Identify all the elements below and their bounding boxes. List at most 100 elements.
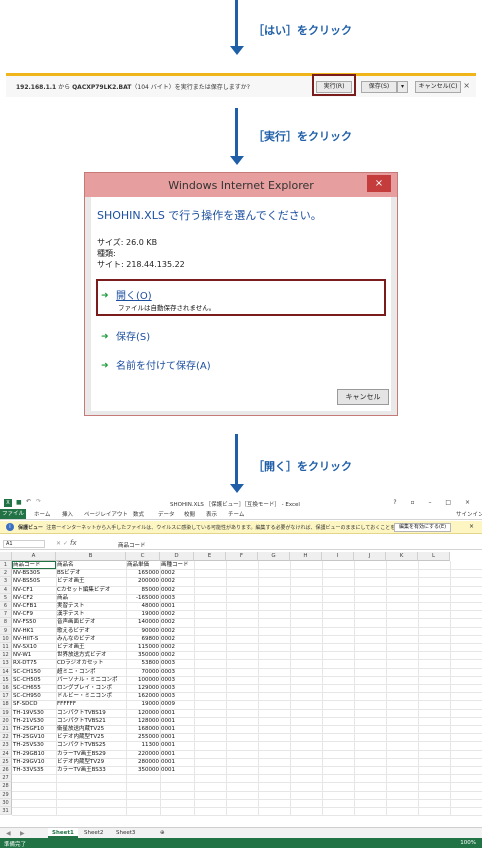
spreadsheet-grid[interactable]: A B C D E F G H I J K L 1 商品コード 商品名 商品単価 画種コード 2 NV-BS30S B… <box>0 552 482 827</box>
column-header[interactable]: B <box>56 552 126 561</box>
table-cell[interactable]: コンパクトTVBS21 <box>57 717 125 725</box>
table-cell[interactable]: 90000 <box>127 627 160 635</box>
table-cell[interactable]: 128000 <box>127 717 159 725</box>
table-cell[interactable]: -165000 <box>127 594 159 602</box>
enter-icon[interactable]: ✓ <box>63 540 68 547</box>
table-cell[interactable]: ロングプレイ・コンポ <box>57 684 125 692</box>
row-header[interactable]: 7 <box>0 610 12 619</box>
table-cell[interactable]: 商品名 <box>57 561 125 569</box>
table-cell[interactable]: 0001 <box>161 725 193 733</box>
column-header[interactable]: I <box>322 552 354 561</box>
row-header[interactable]: 5 <box>0 593 12 602</box>
row-header[interactable]: 17 <box>0 692 12 701</box>
column-header[interactable]: L <box>418 552 450 561</box>
table-cell[interactable]: RX-DT75 <box>13 659 55 667</box>
formula-value[interactable]: 商品コード <box>118 541 146 549</box>
table-cell[interactable]: 超ミニ・コンポ <box>57 668 125 676</box>
table-cell[interactable]: 0002 <box>161 651 193 659</box>
table-cell[interactable]: 0001 <box>161 709 193 717</box>
cancel-icon[interactable]: ✕ <box>56 540 61 547</box>
redo-icon[interactable]: ↷ <box>36 498 41 505</box>
function-icon[interactable]: fx <box>70 539 77 547</box>
table-cell[interactable]: 0002 <box>161 627 193 635</box>
table-cell[interactable]: TH-25GV10 <box>13 733 55 741</box>
table-cell[interactable]: 280000 <box>127 758 159 766</box>
table-cell[interactable]: 350000 <box>127 766 159 774</box>
row-header[interactable]: 26 <box>0 766 12 775</box>
table-cell[interactable]: TH-25VS30 <box>13 741 55 749</box>
table-cell[interactable]: コンパクトTVBS25 <box>57 741 125 749</box>
dialog-close-button[interactable]: × <box>367 175 391 192</box>
column-header[interactable]: G <box>258 552 290 561</box>
table-cell[interactable]: NV-BS50S <box>13 577 55 585</box>
table-cell[interactable]: 漢字テスト <box>57 610 125 618</box>
table-cell[interactable]: 85000 <box>127 586 160 594</box>
table-cell[interactable]: 0002 <box>161 643 193 651</box>
row-header[interactable]: 14 <box>0 667 12 676</box>
table-cell[interactable]: 画種コード <box>161 561 193 569</box>
table-cell[interactable]: パーソナル・ミニコンポ <box>57 676 125 684</box>
scroll-right-icon[interactable]: ▶ <box>20 830 25 837</box>
tab-team[interactable]: チーム <box>228 510 244 518</box>
row-header[interactable]: 4 <box>0 585 12 594</box>
table-cell[interactable]: FFFFFF <box>57 700 125 708</box>
select-all-corner[interactable] <box>0 552 12 561</box>
table-cell[interactable]: コンパクトTVBS19 <box>57 709 125 717</box>
table-cell[interactable]: 0001 <box>161 602 193 610</box>
save-dropdown-button[interactable]: ▾ <box>397 81 408 93</box>
table-cell[interactable]: 0001 <box>161 766 193 774</box>
column-header[interactable]: E <box>194 552 226 561</box>
tab-insert[interactable]: 挿入 <box>62 510 73 518</box>
table-cell[interactable]: ビデオ画王 <box>57 577 125 585</box>
table-cell[interactable]: 0003 <box>161 594 193 602</box>
table-cell[interactable]: カラーTV画王BS29 <box>57 750 125 758</box>
row-header[interactable]: 8 <box>0 618 12 627</box>
tab-data[interactable]: データ <box>158 510 175 518</box>
column-header[interactable]: D <box>160 552 194 561</box>
save-option[interactable]: ➜ 保存(S) <box>101 328 150 343</box>
row-header[interactable]: 29 <box>0 790 12 799</box>
table-cell[interactable]: ビデオ画王 <box>57 643 125 651</box>
row-header[interactable]: 12 <box>0 651 12 660</box>
row-header[interactable]: 21 <box>0 725 12 734</box>
table-cell[interactable]: 0001 <box>161 741 193 749</box>
table-cell[interactable]: ビデオ内蔵型TV25 <box>57 733 125 741</box>
table-cell[interactable]: 350000 <box>127 651 159 659</box>
tab-home[interactable]: ホーム <box>34 510 50 518</box>
row-header[interactable]: 10 <box>0 634 12 643</box>
row-header[interactable]: 13 <box>0 659 12 668</box>
table-cell[interactable]: NV-HIIT-S <box>13 635 55 643</box>
table-cell[interactable]: NV-CF2 <box>13 594 55 602</box>
table-cell[interactable]: 53800 <box>127 659 160 667</box>
table-cell[interactable]: 衛星放送内蔵TV25 <box>57 725 125 733</box>
table-cell[interactable]: NV-CFB1 <box>13 602 55 610</box>
table-cell[interactable]: 0002 <box>161 610 193 618</box>
column-header[interactable]: H <box>290 552 322 561</box>
table-cell[interactable]: NV-SX10 <box>13 643 55 651</box>
table-cell[interactable]: 0001 <box>161 758 193 766</box>
tab-view[interactable]: 表示 <box>206 510 217 518</box>
column-header[interactable]: F <box>226 552 258 561</box>
table-cell[interactable]: 歌えるビデオ <box>57 627 125 635</box>
table-cell[interactable]: SC-CH655 <box>13 684 55 692</box>
table-cell[interactable]: ドルビー・ミニコンポ <box>57 692 125 700</box>
table-cell[interactable]: 0001 <box>161 733 193 741</box>
table-cell[interactable]: 100000 <box>127 676 159 684</box>
table-cell[interactable]: SC-CH505 <box>13 676 55 684</box>
column-header[interactable]: K <box>386 552 418 561</box>
row-header[interactable]: 1 <box>0 561 12 570</box>
table-cell[interactable]: 69800 <box>127 635 160 643</box>
table-cell[interactable]: 162000 <box>127 692 159 700</box>
table-cell[interactable]: NV-W1 <box>13 651 55 659</box>
cancel-button[interactable]: キャンセル(C) <box>415 81 461 93</box>
table-cell[interactable]: 48000 <box>127 602 160 610</box>
tab-formulas[interactable]: 数式 <box>133 510 144 518</box>
signin-link[interactable]: サインイン <box>456 510 482 518</box>
table-cell[interactable]: 商品単価 <box>127 561 159 569</box>
table-cell[interactable]: TH-19VS30 <box>13 709 55 717</box>
save-icon[interactable]: ■ <box>16 499 22 506</box>
table-cell[interactable]: 音声画面ビデオ <box>57 618 125 626</box>
undo-icon[interactable]: ↶ <box>26 498 31 505</box>
row-header[interactable]: 16 <box>0 684 12 693</box>
table-cell[interactable]: 実習テスト <box>57 602 125 610</box>
